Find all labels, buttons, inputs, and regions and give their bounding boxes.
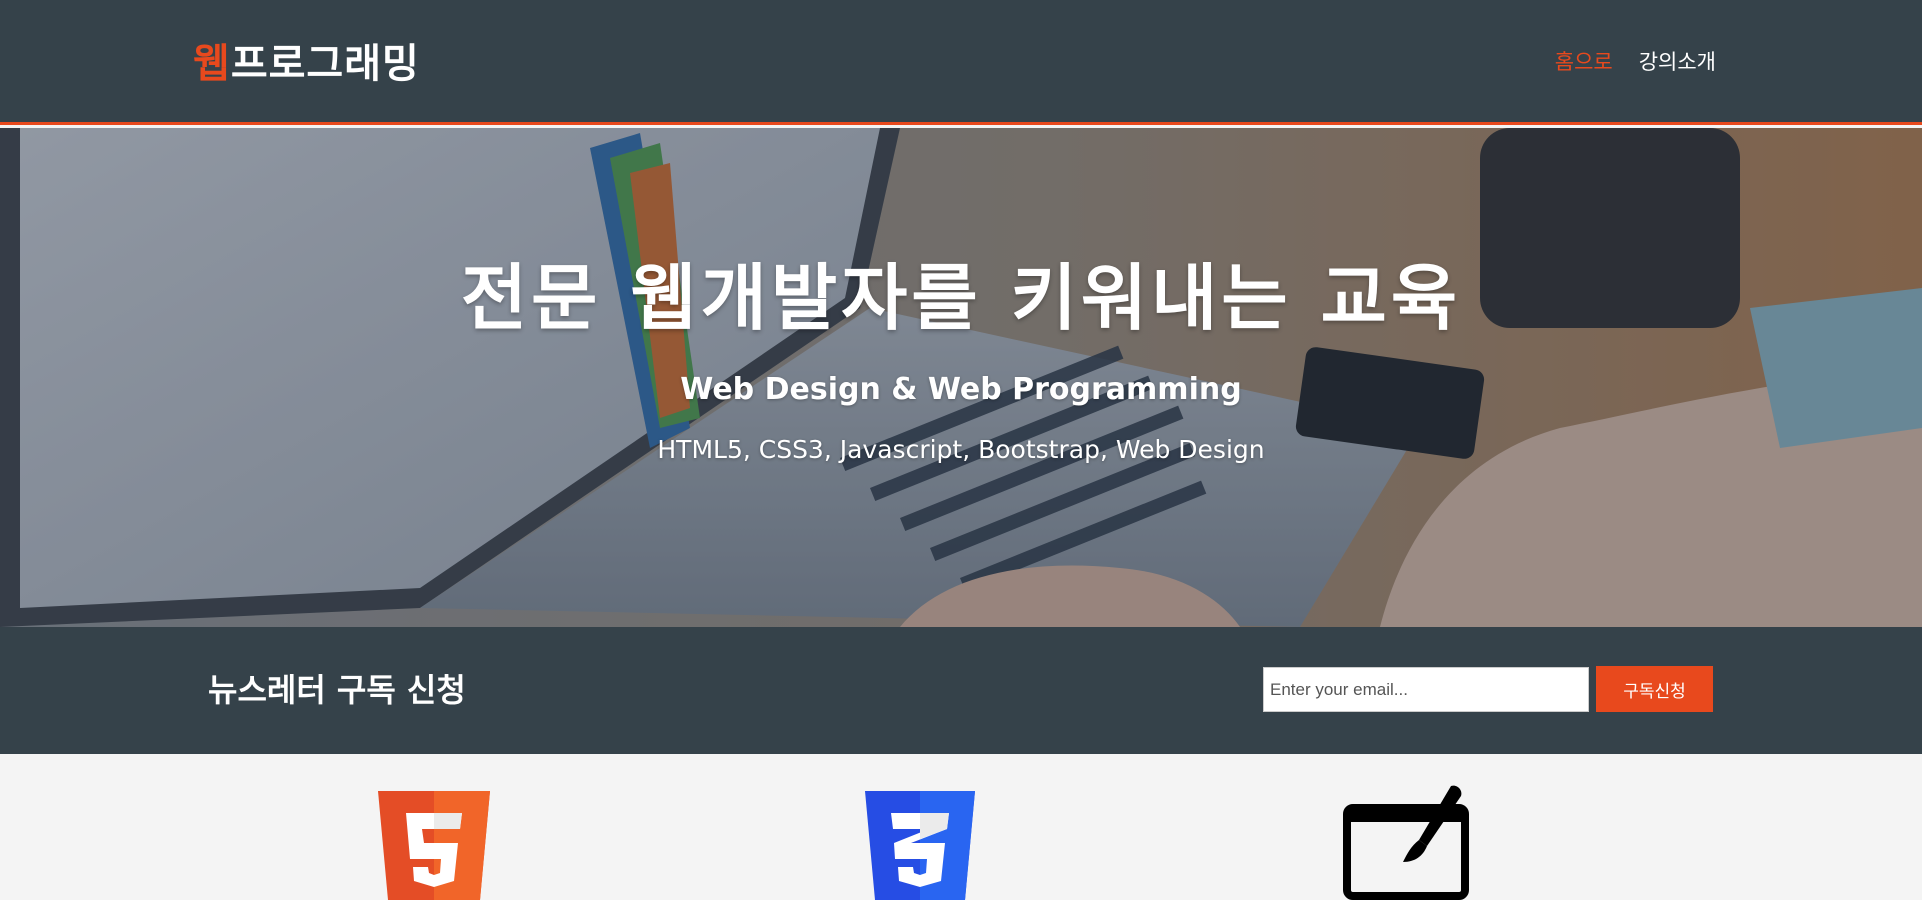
hero-title: 전문 웹개발자를 키워내는 교육 [460, 256, 1462, 340]
email-input[interactable] [1263, 667, 1589, 712]
css3-logo-icon [865, 791, 975, 900]
site-logo[interactable]: 웹프로그래밍 [193, 38, 420, 90]
html5-logo-icon [378, 791, 490, 900]
site-header: 웹프로그래밍 홈으로 강의소개 [0, 0, 1922, 125]
nav-link-courses[interactable]: 강의소개 [1639, 48, 1716, 76]
subscribe-button[interactable]: 구독신청 [1596, 666, 1713, 712]
hero-subtitle: Web Design & Web Programming [680, 372, 1242, 407]
logo-text: 프로그래밍 [230, 41, 420, 87]
logo-accent-text: 웹 [193, 41, 231, 87]
nav-link-home[interactable]: 홈으로 [1555, 48, 1613, 76]
hero-tech-list: HTML5, CSS3, Javascript, Bootstrap, Web … [657, 435, 1265, 464]
design-tablet-brush-icon [1343, 785, 1469, 900]
newsletter-section: 뉴스레터 구독 신청 구독신청 [0, 627, 1922, 754]
main-nav: 홈으로 강의소개 [1555, 48, 1716, 76]
hero-showcase: 전문 웹개발자를 키워내는 교육 Web Design & Web Progra… [0, 128, 1922, 627]
features-section [0, 754, 1922, 900]
newsletter-title: 뉴스레터 구독 신청 [208, 671, 466, 709]
